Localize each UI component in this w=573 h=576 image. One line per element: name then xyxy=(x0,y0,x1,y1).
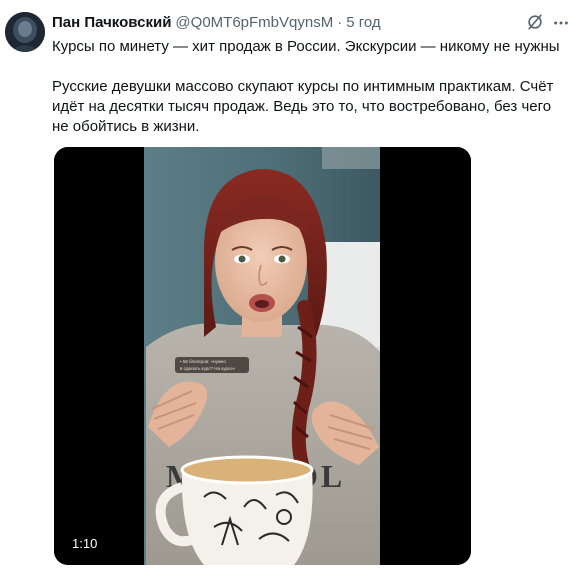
grok-icon[interactable] xyxy=(526,13,544,31)
avatar[interactable] xyxy=(5,12,45,52)
tweet-text-paragraph: Курсы по минету — хит продаж в России. Э… xyxy=(52,38,560,55)
tweet-text: Курсы по минету — хит продаж в России. Э… xyxy=(52,37,567,137)
video-duration: 1:10 xyxy=(68,535,102,553)
video-caption-line-2: в сделать курс? На курсе» xyxy=(180,366,236,371)
separator-dot: · xyxy=(337,14,343,31)
author-handle[interactable]: @Q0MT6pFmbVqynsM xyxy=(175,14,333,31)
timestamp[interactable]: 5 год xyxy=(346,14,380,31)
tweet-text-paragraph: Русские девушки массово скупают курсы по… xyxy=(52,78,554,135)
more-icon[interactable] xyxy=(552,14,570,32)
author-display-name[interactable]: Пан Пачковский xyxy=(52,14,171,31)
tweet-header: Пан Пачковский @Q0MT6pFmbVqynsM · 5 год xyxy=(52,14,381,32)
avatar-image xyxy=(5,12,45,52)
video-frame: MIRÁCOL • 56 бло xyxy=(54,147,471,565)
video-caption-line-1: • 56 блогеров: «нужно xyxy=(180,359,226,364)
tweet[interactable]: Пан Пачковский @Q0MT6pFmbVqynsM · 5 год Кур… xyxy=(0,0,573,576)
video-player[interactable]: MIRÁCOL • 56 бло xyxy=(54,147,471,565)
